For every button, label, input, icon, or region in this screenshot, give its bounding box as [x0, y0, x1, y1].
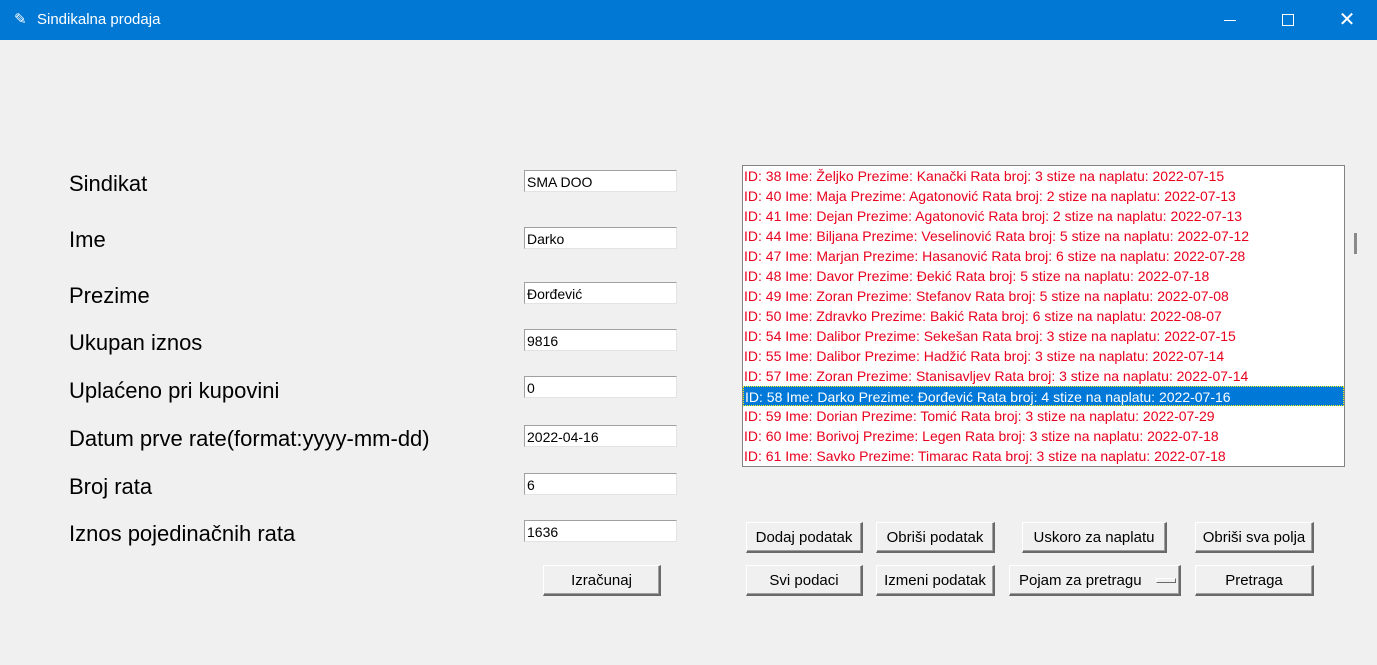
list-item[interactable]: ID: 57 Ime: Zoran Prezime: Stanisavljev … [743, 366, 1344, 386]
list-item[interactable]: ID: 54 Ime: Dalibor Prezime: Sekešan Rat… [743, 326, 1344, 346]
maximize-icon [1282, 14, 1294, 26]
uplaceno-field[interactable] [524, 376, 677, 398]
list-item[interactable]: ID: 41 Ime: Dejan Prezime: Agatonović Ra… [743, 206, 1344, 226]
list-item[interactable]: ID: 49 Ime: Zoran Prezime: Stefanov Rata… [743, 286, 1344, 306]
izracunaj-button[interactable]: Izračunaj [543, 565, 661, 596]
ime-label: Ime [69, 227, 106, 252]
ukupan-iznos-field[interactable] [524, 329, 677, 351]
list-item[interactable]: ID: 44 Ime: Biljana Prezime: Veselinović… [743, 226, 1344, 246]
obrisi-sva-polja-button[interactable]: Obriši sva polja [1195, 522, 1314, 553]
list-item[interactable]: ID: 38 Ime: Željko Prezime: Kanački Rata… [743, 166, 1344, 186]
maximize-button[interactable] [1259, 0, 1317, 40]
iznos-rata-label: Iznos pojedinačnih rata [69, 521, 296, 546]
obrisi-podatak-button[interactable]: Obriši podatak [876, 522, 995, 553]
sindikat-field[interactable] [524, 170, 677, 192]
pretraga-button[interactable]: Pretraga [1195, 565, 1314, 596]
title-bar: ✎ Sindikalna prodaja ✕ [0, 0, 1377, 40]
datum-prve-rate-label: Datum prve rate(format:yyyy-mm-dd) [69, 426, 430, 451]
scrollbar-thumb[interactable] [1354, 233, 1357, 254]
broj-rata-field[interactable] [524, 473, 677, 495]
minimize-button[interactable] [1201, 0, 1259, 40]
broj-rata-label: Broj rata [69, 474, 153, 499]
list-item[interactable]: ID: 40 Ime: Maja Prezime: Agatonović Rat… [743, 186, 1344, 206]
pojam-za-pretragu-label: Pojam za pretragu [1019, 571, 1142, 589]
list-item[interactable]: ID: 59 Ime: Dorian Prezime: Tomić Rata b… [743, 406, 1344, 426]
list-item[interactable]: ID: 48 Ime: Davor Prezime: Đekić Rata br… [743, 266, 1344, 286]
list-item[interactable]: ID: 58 Ime: Darko Prezime: Đorđević Rata… [743, 386, 1344, 406]
uplaceno-label: Uplaćeno pri kupovini [69, 378, 280, 403]
results-listbox[interactable]: ID: 38 Ime: Željko Prezime: Kanački Rata… [742, 165, 1345, 467]
option-menu-indicator-icon [1155, 577, 1176, 583]
list-item[interactable]: ID: 61 Ime: Savko Prezime: Timarac Rata … [743, 446, 1344, 466]
window-title: Sindikalna prodaja [37, 11, 161, 28]
iznos-rata-field[interactable] [524, 520, 677, 542]
izmeni-podatak-button[interactable]: Izmeni podatak [876, 565, 995, 596]
dodaj-podatak-button[interactable]: Dodaj podatak [746, 522, 863, 553]
list-item[interactable]: ID: 55 Ime: Dalibor Prezime: Hadžić Rata… [743, 346, 1344, 366]
prezime-label: Prezime [69, 283, 150, 308]
list-item[interactable]: ID: 47 Ime: Marjan Prezime: Hasanović Ra… [743, 246, 1344, 266]
svi-podaci-button[interactable]: Svi podaci [746, 565, 863, 596]
list-item[interactable]: ID: 50 Ime: Zdravko Prezime: Bakić Rata … [743, 306, 1344, 326]
minimize-icon [1224, 19, 1236, 21]
close-icon: ✕ [1338, 9, 1356, 31]
feather-icon: ✎ [14, 11, 27, 28]
sindikat-label: Sindikat [69, 171, 148, 196]
uskoro-za-naplatu-button[interactable]: Uskoro za naplatu [1022, 522, 1167, 553]
list-item[interactable]: ID: 60 Ime: Borivoj Prezime: Legen Rata … [743, 426, 1344, 446]
datum-prve-rate-field[interactable] [524, 425, 677, 447]
ime-field[interactable] [524, 227, 677, 249]
ukupan-iznos-label: Ukupan iznos [69, 330, 203, 355]
prezime-field[interactable] [524, 282, 677, 304]
close-button[interactable]: ✕ [1318, 0, 1376, 40]
pojam-za-pretragu-menu[interactable]: Pojam za pretragu [1009, 565, 1181, 596]
